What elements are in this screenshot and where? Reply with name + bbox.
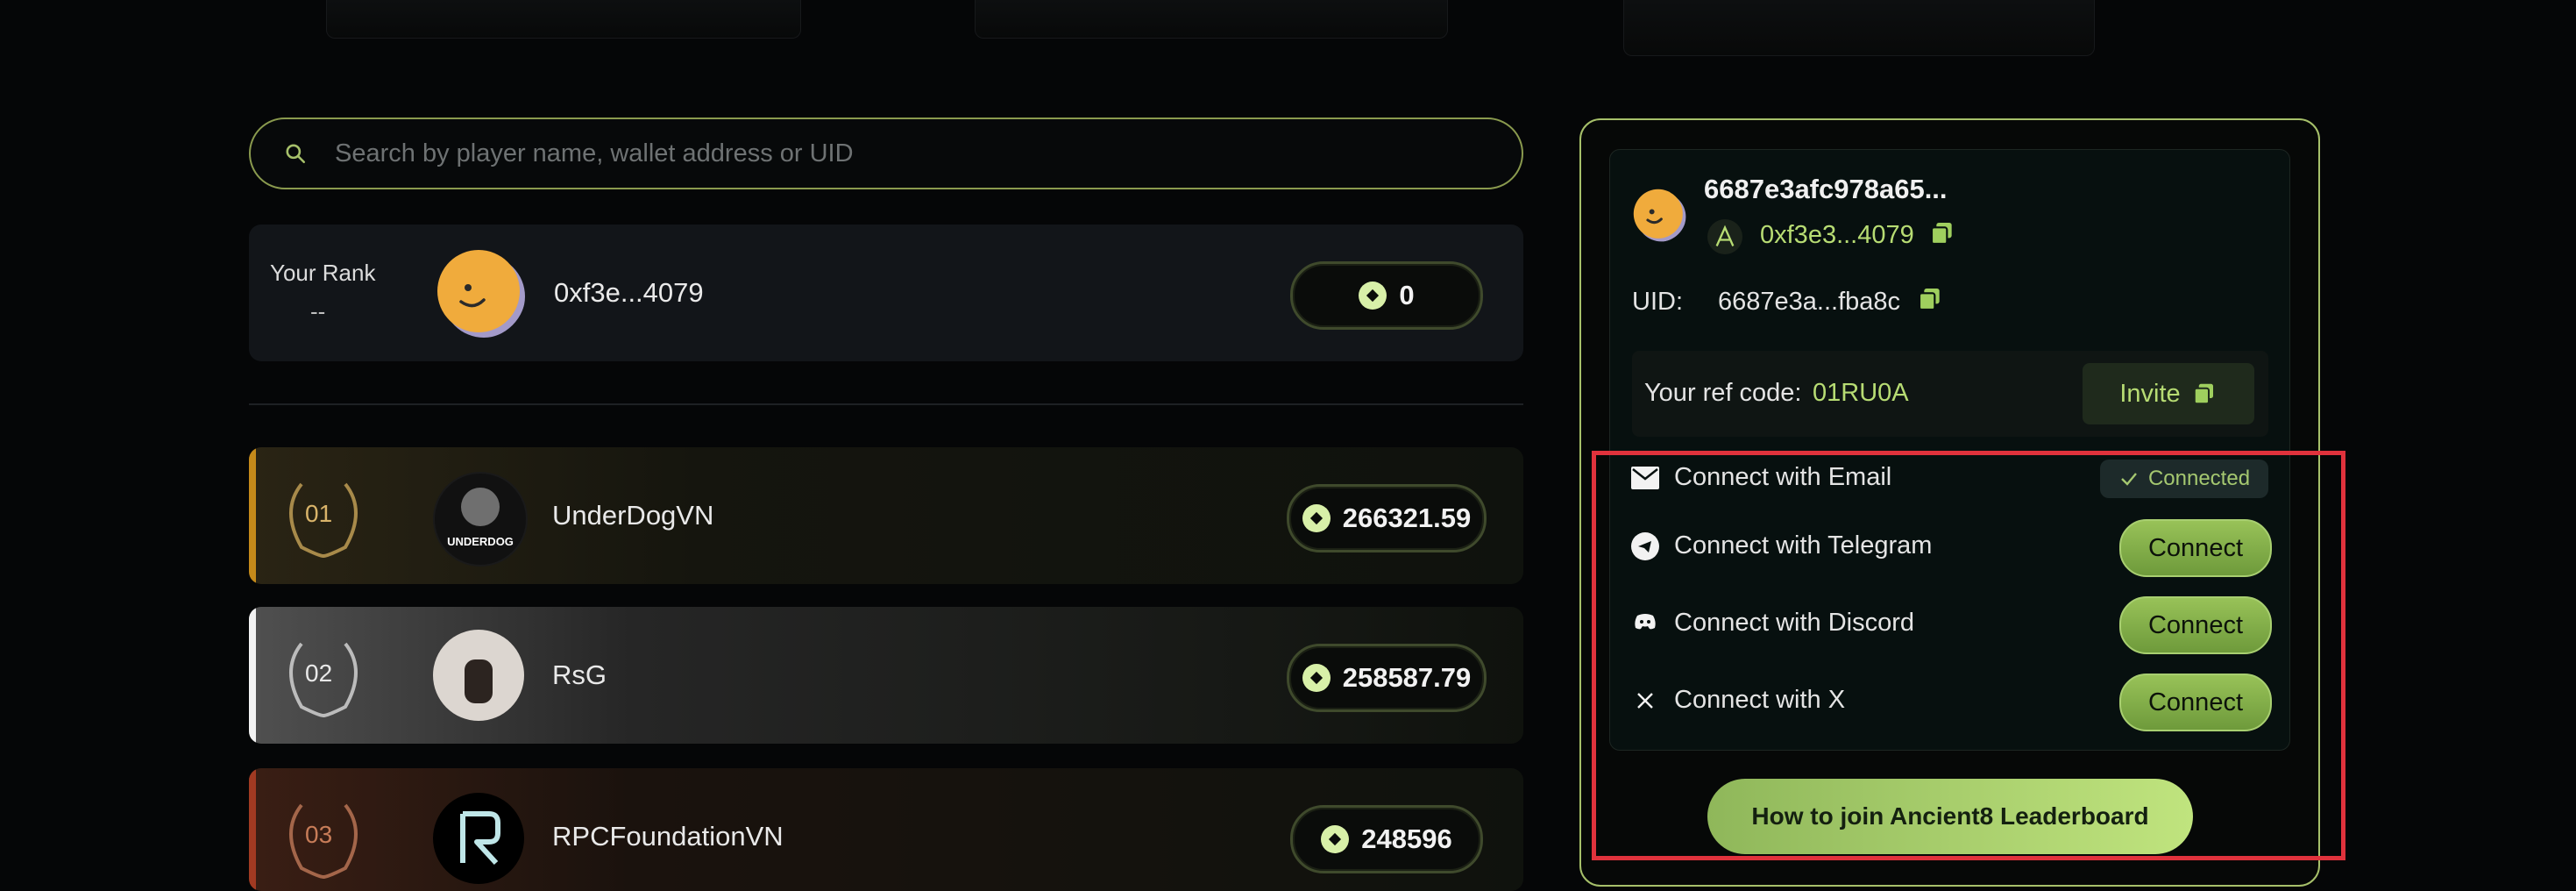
rank-number: 01 bbox=[305, 500, 333, 527]
ref-code-label: Your ref code: bbox=[1644, 379, 1802, 407]
points-icon bbox=[1302, 664, 1331, 692]
rank-edge bbox=[249, 607, 256, 744]
points-pill: 248596 bbox=[1290, 805, 1483, 873]
uid-label: UID: bbox=[1632, 288, 1683, 316]
wallet-address: 0xf3e3...4079 bbox=[1760, 221, 1914, 249]
avatar bbox=[433, 793, 524, 884]
points-value: 248596 bbox=[1361, 823, 1452, 854]
player-name: UnderDogVN bbox=[552, 500, 714, 531]
leaderboard-row[interactable]: 01 UNDERDOG UnderDogVN 266321.59 bbox=[249, 447, 1523, 584]
leaderboard-row[interactable]: 03 RPCFoundationVN 248596 bbox=[249, 768, 1523, 891]
divider bbox=[249, 403, 1523, 405]
ancient8-logo-icon bbox=[1707, 219, 1742, 254]
invite-button[interactable]: Invite bbox=[2083, 363, 2254, 424]
points-pill: 266321.59 bbox=[1287, 484, 1487, 552]
your-points-pill: 0 bbox=[1290, 261, 1483, 330]
player-name: RsG bbox=[552, 659, 607, 690]
your-rank-value: -- bbox=[310, 298, 326, 324]
avatar-logo-text: UNDERDOG bbox=[447, 535, 514, 548]
rank-number: 02 bbox=[305, 659, 333, 687]
highlight-box bbox=[1592, 451, 2345, 860]
your-rank-label: Your Rank bbox=[270, 260, 376, 286]
avatar: UNDERDOG bbox=[433, 472, 528, 567]
search-input[interactable] bbox=[333, 138, 1388, 169]
player-name: RPCFoundationVN bbox=[552, 821, 784, 852]
copy-icon[interactable] bbox=[1916, 285, 1944, 317]
invite-label: Invite bbox=[2119, 379, 2181, 408]
points-icon bbox=[1321, 825, 1350, 853]
your-rank-row: Your Rank -- 0xf3e...4079 0 bbox=[249, 225, 1523, 361]
avatar bbox=[435, 247, 526, 339]
uid-value: 6687e3a...fba8c bbox=[1718, 288, 1901, 316]
profile-id: 6687e3afc978a65... bbox=[1704, 174, 1948, 204]
copy-icon bbox=[2193, 383, 2213, 405]
points-value: 258587.79 bbox=[1342, 662, 1472, 693]
points-icon bbox=[1302, 504, 1331, 532]
top-card-middle bbox=[975, 0, 1448, 39]
points-value: 266321.59 bbox=[1342, 503, 1472, 533]
your-rank-name: 0xf3e...4079 bbox=[554, 277, 704, 308]
rank-edge bbox=[249, 447, 256, 584]
leaderboard-row[interactable]: 02 RsG 258587.79 bbox=[249, 607, 1523, 744]
copy-icon[interactable] bbox=[1928, 219, 1956, 252]
points-icon bbox=[1359, 282, 1387, 310]
profile-avatar bbox=[1632, 188, 1686, 242]
rank-edge bbox=[249, 768, 256, 891]
rank-number: 03 bbox=[305, 821, 333, 848]
avatar bbox=[433, 630, 524, 721]
points-pill: 258587.79 bbox=[1287, 644, 1487, 712]
ref-code-value: 01RU0A bbox=[1813, 379, 1909, 407]
search-icon bbox=[286, 144, 306, 164]
top-card-left bbox=[326, 0, 801, 39]
your-points-value: 0 bbox=[1399, 280, 1415, 310]
top-card-right bbox=[1623, 0, 2095, 56]
search-bar[interactable] bbox=[249, 118, 1523, 189]
